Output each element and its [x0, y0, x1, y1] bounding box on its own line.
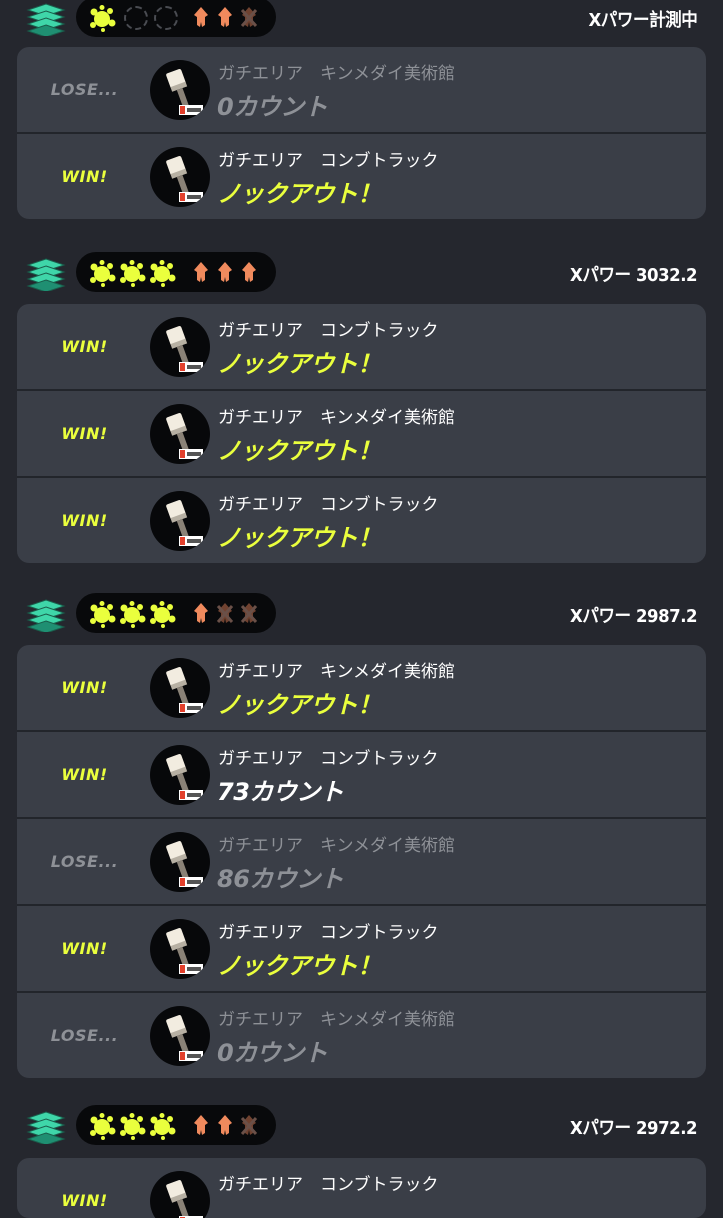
- weapon-icon: [150, 1006, 210, 1066]
- ink-splat-icon: [148, 600, 176, 628]
- rank-stack-icon: [26, 1106, 66, 1146]
- x-power: Xパワー 2987.2: [569, 606, 698, 627]
- weapon-icon: [150, 491, 210, 551]
- rank-stack-icon: [26, 0, 66, 38]
- result-label: WIN!: [61, 337, 108, 356]
- weapon-icon: [150, 1171, 210, 1218]
- mode-stage: ガチエリア キンメダイ美術館: [218, 1010, 455, 1030]
- result-label: WIN!: [61, 511, 108, 530]
- score: ノックアウト！: [217, 180, 382, 208]
- ink-splat-icon: [88, 600, 116, 628]
- result-label: WIN!: [61, 765, 108, 784]
- battle-row[interactable]: WIN! ガチエリア コンブトラック ノックアウト！: [17, 476, 706, 563]
- score: ノックアウト！: [217, 952, 382, 980]
- score: ノックアウト！: [217, 691, 382, 719]
- set-progress-pill: [76, 1105, 276, 1145]
- battle-list: WIN! ガチエリア キンメダイ美術館 ノックアウト！ WIN! ガチエリア コ…: [17, 645, 706, 1078]
- mode-stage: ガチエリア コンブトラック: [218, 495, 439, 515]
- weapon-icon: [150, 832, 210, 892]
- ink-splat-icon: [88, 4, 116, 32]
- weapon-icon: [150, 60, 210, 120]
- squid-icon: [240, 261, 258, 283]
- mode-stage: ガチエリア コンブトラック: [218, 151, 439, 171]
- ink-splat-icon: [118, 1112, 146, 1140]
- battle-row[interactable]: WIN! ガチエリア コンブトラック ノックアウト！: [17, 304, 706, 389]
- score: 0カウント: [217, 1039, 328, 1067]
- result-label: WIN!: [61, 1191, 108, 1210]
- score: 0カウント: [217, 93, 328, 121]
- ink-splat-icon: [88, 1112, 116, 1140]
- battle-row[interactable]: LOSE... ガチエリア キンメダイ美術館 0カウント: [17, 991, 706, 1078]
- rank-stack-icon: [26, 594, 66, 634]
- weapon-icon: [150, 147, 210, 207]
- mode-stage: ガチエリア キンメダイ美術館: [218, 64, 455, 84]
- squid-icon: [216, 1114, 234, 1136]
- squid-icon: [216, 6, 234, 28]
- squid-crossed-icon: [240, 6, 258, 28]
- score: 73カウント: [217, 778, 344, 806]
- rank-stack-icon: [26, 253, 66, 293]
- battle-row[interactable]: WIN! ガチエリア コンブトラック: [17, 1158, 706, 1218]
- mode-stage: ガチエリア コンブトラック: [218, 749, 439, 769]
- battle-row[interactable]: LOSE... ガチエリア キンメダイ美術館 86カウント: [17, 817, 706, 904]
- result-label: LOSE...: [50, 852, 119, 871]
- x-power: Xパワー 3032.2: [569, 265, 698, 286]
- ink-splat-icon: [88, 259, 116, 287]
- mode-stage: ガチエリア キンメダイ美術館: [218, 836, 455, 856]
- battle-row[interactable]: WIN! ガチエリア キンメダイ美術館 ノックアウト！: [17, 645, 706, 730]
- battle-list: WIN! ガチエリア コンブトラック: [17, 1158, 706, 1218]
- ink-splat-icon: [118, 600, 146, 628]
- result-label: WIN!: [61, 167, 108, 186]
- battle-list: LOSE... ガチエリア キンメダイ美術館 0カウント WIN! ガチエリア …: [17, 47, 706, 219]
- set-header: Xパワー 2987.2: [0, 588, 723, 638]
- score: ノックアウト！: [217, 437, 382, 465]
- set-progress-pill: [76, 593, 276, 633]
- result-label: LOSE...: [50, 1026, 119, 1045]
- squid-icon: [192, 1114, 210, 1136]
- empty-slot-icon: [154, 6, 178, 30]
- squid-icon: [192, 6, 210, 28]
- weapon-icon: [150, 919, 210, 979]
- set-header: Xパワー計測中: [0, 0, 723, 42]
- score: 86カウント: [217, 865, 344, 893]
- empty-slot-icon: [124, 6, 148, 30]
- set-header: Xパワー 3032.2: [0, 247, 723, 297]
- weapon-icon: [150, 658, 210, 718]
- ink-splat-icon: [148, 259, 176, 287]
- set-header: Xパワー 2972.2: [0, 1100, 723, 1150]
- result-label: WIN!: [61, 424, 108, 443]
- battle-row[interactable]: WIN! ガチエリア コンブトラック 73カウント: [17, 730, 706, 817]
- set-progress-pill: [76, 0, 276, 37]
- mode-stage: ガチエリア コンブトラック: [218, 923, 439, 943]
- squid-crossed-icon: [216, 602, 234, 624]
- squid-icon: [216, 261, 234, 283]
- set-progress-pill: [76, 252, 276, 292]
- result-label: WIN!: [61, 939, 108, 958]
- mode-stage: ガチエリア キンメダイ美術館: [218, 408, 455, 428]
- squid-icon: [192, 261, 210, 283]
- x-power: Xパワー 2972.2: [569, 1118, 698, 1139]
- result-label: LOSE...: [50, 80, 119, 99]
- ink-splat-icon: [148, 1112, 176, 1140]
- x-power: Xパワー計測中: [588, 10, 697, 31]
- weapon-icon: [150, 745, 210, 805]
- result-label: WIN!: [61, 678, 108, 697]
- battle-row[interactable]: LOSE... ガチエリア キンメダイ美術館 0カウント: [17, 47, 706, 132]
- mode-stage: ガチエリア キンメダイ美術館: [218, 662, 455, 682]
- battle-row[interactable]: WIN! ガチエリア キンメダイ美術館 ノックアウト！: [17, 389, 706, 476]
- battle-list: WIN! ガチエリア コンブトラック ノックアウト！ WIN! ガチエリア キン…: [17, 304, 706, 563]
- squid-icon: [192, 602, 210, 624]
- battle-row[interactable]: WIN! ガチエリア コンブトラック ノックアウト！: [17, 132, 706, 219]
- ink-splat-icon: [118, 259, 146, 287]
- score: ノックアウト！: [217, 350, 382, 378]
- mode-stage: ガチエリア コンブトラック: [218, 1175, 439, 1195]
- weapon-icon: [150, 404, 210, 464]
- score: ノックアウト！: [217, 524, 382, 552]
- weapon-icon: [150, 317, 210, 377]
- squid-crossed-icon: [240, 602, 258, 624]
- mode-stage: ガチエリア コンブトラック: [218, 321, 439, 341]
- battle-row[interactable]: WIN! ガチエリア コンブトラック ノックアウト！: [17, 904, 706, 991]
- squid-crossed-icon: [240, 1114, 258, 1136]
